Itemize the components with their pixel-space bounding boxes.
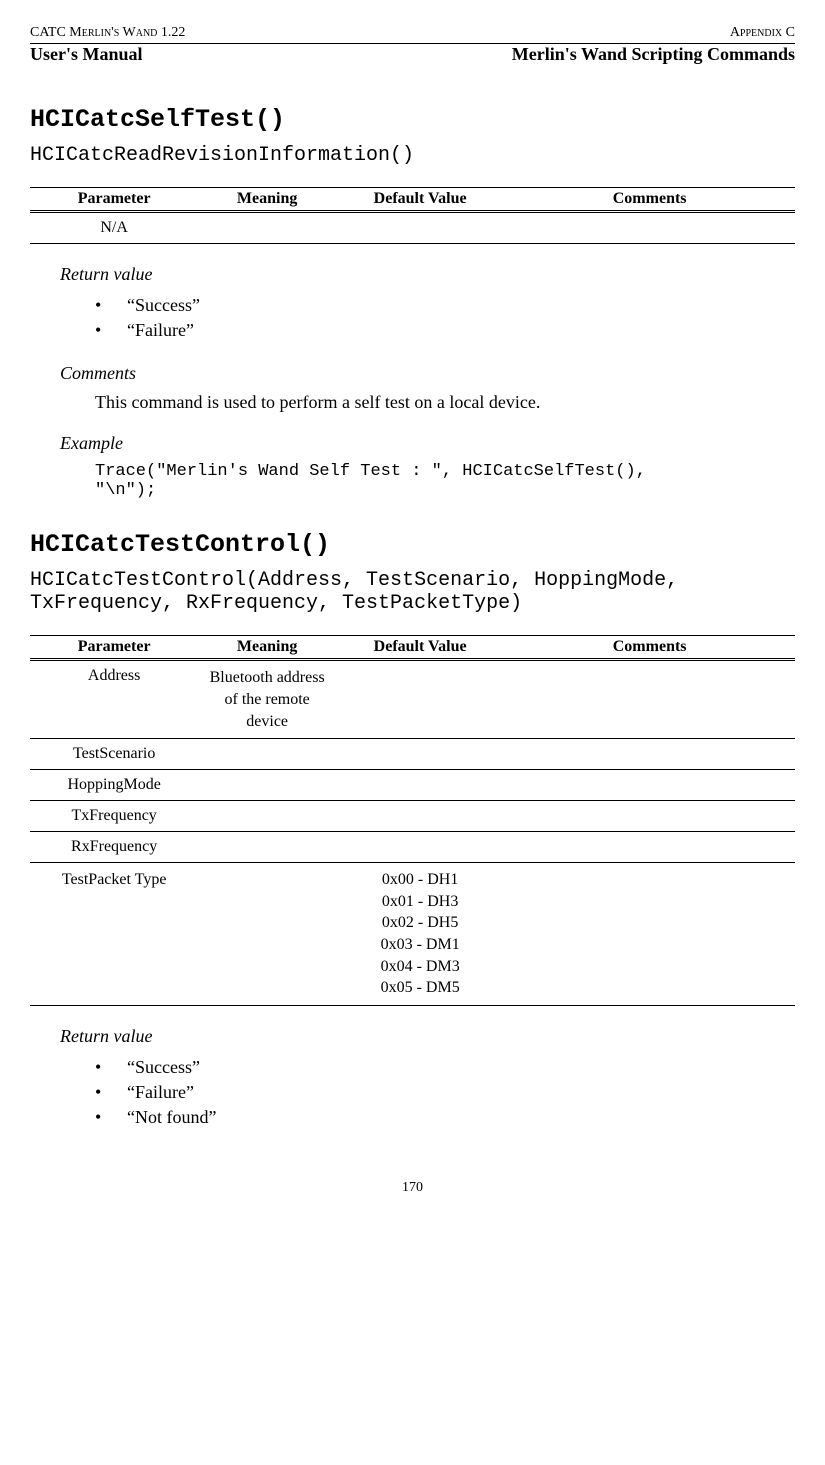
table-row: TestScenario	[30, 739, 795, 770]
table-cell	[336, 739, 504, 770]
comments-text: This command is used to perform a self t…	[95, 392, 795, 413]
table-row: N/A	[30, 212, 795, 244]
table-cell	[198, 212, 336, 244]
page-header-top: CATC Merlin's Wand 1.22 Appendix C	[30, 25, 795, 44]
list-item: “Success”	[95, 293, 795, 318]
table-row: Address Bluetooth address of the remote …	[30, 660, 795, 739]
table-cell: Address	[30, 660, 198, 739]
table-header-cell: Parameter	[30, 636, 198, 660]
table-cell	[504, 801, 795, 832]
table-cell: N/A	[30, 212, 198, 244]
table-cell: RxFrequency	[30, 832, 198, 863]
table-header-cell: Meaning	[198, 636, 336, 660]
return-value-list: “Success” “Failure” “Not found”	[95, 1055, 795, 1131]
function-heading: HCICatcSelfTest()	[30, 105, 795, 134]
example-label: Example	[60, 433, 795, 454]
table-row: TxFrequency	[30, 801, 795, 832]
header-sub-left: User's Manual	[30, 44, 143, 65]
page-number: 170	[30, 1180, 795, 1196]
table-cell: Bluetooth address of the remote device	[198, 660, 336, 739]
table-header-cell: Parameter	[30, 188, 198, 212]
table-row: HoppingMode	[30, 770, 795, 801]
function-signature: HCICatcReadRevisionInformation()	[30, 144, 795, 167]
table-header-cell: Default Value	[336, 636, 504, 660]
table-cell: TxFrequency	[30, 801, 198, 832]
table-cell	[336, 660, 504, 739]
table-cell	[336, 212, 504, 244]
table-cell	[198, 863, 336, 1006]
function-signature: HCICatcTestControl(Address, TestScenario…	[30, 569, 795, 615]
table-row: RxFrequency	[30, 832, 795, 863]
list-item: “Not found”	[95, 1105, 795, 1130]
return-value-label: Return value	[60, 264, 795, 285]
table-header-cell: Default Value	[336, 188, 504, 212]
header-top-left: CATC Merlin's Wand 1.22	[30, 25, 185, 41]
table-cell	[504, 739, 795, 770]
table-cell: 0x00 - DH1 0x01 - DH3 0x02 - DH5 0x03 - …	[336, 863, 504, 1006]
table-cell	[198, 801, 336, 832]
function-heading: HCICatcTestControl()	[30, 530, 795, 559]
parameter-table: Parameter Meaning Default Value Comments…	[30, 635, 795, 1005]
return-value-list: “Success” “Failure”	[95, 293, 795, 343]
example-code: Trace("Merlin's Wand Self Test : ", HCIC…	[95, 462, 795, 500]
comments-label: Comments	[60, 363, 795, 384]
table-cell	[198, 739, 336, 770]
table-cell	[198, 770, 336, 801]
table-cell	[504, 212, 795, 244]
header-sub-right: Merlin's Wand Scripting Commands	[512, 44, 795, 65]
table-cell	[504, 863, 795, 1006]
table-header-cell: Comments	[504, 636, 795, 660]
list-item: “Failure”	[95, 318, 795, 343]
return-value-label: Return value	[60, 1026, 795, 1047]
table-header-cell: Comments	[504, 188, 795, 212]
table-cell	[336, 832, 504, 863]
table-row: TestPacket Type 0x00 - DH1 0x01 - DH3 0x…	[30, 863, 795, 1006]
table-cell: TestPacket Type	[30, 863, 198, 1006]
table-header-cell: Meaning	[198, 188, 336, 212]
table-cell	[336, 801, 504, 832]
parameter-table: Parameter Meaning Default Value Comments…	[30, 187, 795, 244]
table-cell: TestScenario	[30, 739, 198, 770]
table-cell	[504, 660, 795, 739]
list-item: “Success”	[95, 1055, 795, 1080]
table-cell	[504, 770, 795, 801]
table-cell	[336, 770, 504, 801]
table-cell	[198, 832, 336, 863]
page-header-sub: User's Manual Merlin's Wand Scripting Co…	[30, 44, 795, 65]
list-item: “Failure”	[95, 1080, 795, 1105]
table-cell: HoppingMode	[30, 770, 198, 801]
header-top-right: Appendix C	[730, 25, 795, 41]
table-cell	[504, 832, 795, 863]
